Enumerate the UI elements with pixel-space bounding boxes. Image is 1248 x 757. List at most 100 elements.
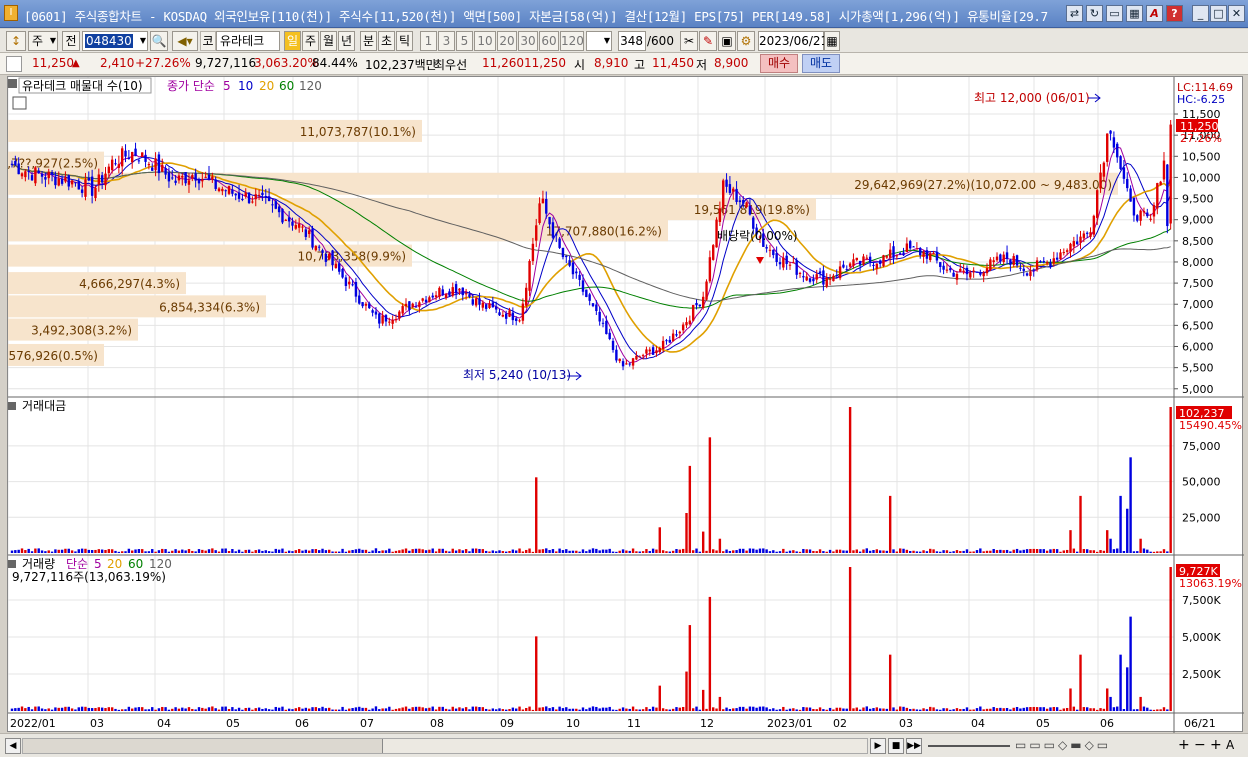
close-button[interactable]: ✕ (1228, 5, 1245, 22)
count-input[interactable]: 348 (618, 31, 646, 51)
volume-bar (301, 708, 304, 711)
prev-button[interactable]: 전 (62, 31, 80, 51)
expand-icon[interactable]: + (1210, 737, 1222, 753)
interval-30[interactable]: 30 (518, 31, 538, 51)
period-tick[interactable]: 틱 (396, 31, 413, 51)
period-month[interactable]: 월 (320, 31, 337, 51)
scroll-track[interactable] (22, 738, 868, 754)
settings-icon[interactable]: ⚙ (737, 31, 755, 51)
scissors-icon[interactable]: ✂ (680, 31, 698, 51)
amount-bar (1015, 548, 1019, 553)
menu-icon[interactable]: ↕ (6, 31, 26, 51)
scroll-thumb[interactable] (23, 739, 383, 753)
amount-bar (685, 513, 688, 553)
volume-bar (224, 706, 227, 711)
grid-icon[interactable]: ▦ (1126, 5, 1143, 22)
interval-5[interactable]: 5 (456, 31, 473, 51)
volume-bar (785, 709, 788, 711)
period-minute[interactable]: 분 (360, 31, 377, 51)
code-input[interactable]: 048430 ▼ (82, 31, 148, 51)
candle-body (945, 269, 949, 271)
maximize-button[interactable]: □ (1210, 5, 1227, 22)
fast-forward-button[interactable]: ▶▶ (906, 738, 922, 754)
volume-bar (461, 708, 464, 711)
amount-bar (474, 548, 478, 553)
stock-name[interactable]: 유라테크 (216, 31, 280, 51)
buy-button[interactable]: 매수 (760, 54, 798, 73)
amount-bar (909, 551, 912, 553)
zoom-out-icon[interactable]: − (1194, 737, 1206, 753)
sell-button[interactable]: 매도 (802, 54, 840, 73)
amount-bar (374, 548, 378, 553)
volume-bar (748, 706, 752, 711)
amount-bar (571, 550, 575, 553)
amount-bar (37, 548, 40, 553)
chart-svg[interactable]: 11,073,787(10.1%) 29,642,969(27.2%)(10,07… (0, 77, 1244, 733)
date-input[interactable]: 2023/06/21 (758, 31, 828, 51)
candle-body (802, 276, 805, 278)
candle-body (458, 288, 461, 291)
period-week[interactable]: 주 (302, 31, 319, 51)
save-icon[interactable]: ▣ (718, 31, 736, 51)
volume-bar (338, 709, 341, 711)
volume-bar (234, 709, 237, 711)
custom-interval[interactable]: ▼ (586, 31, 612, 51)
window-icon[interactable]: ▭ (1106, 5, 1123, 22)
stop-button[interactable]: ■ (888, 738, 904, 754)
search-icon[interactable]: 🔍 (150, 31, 168, 51)
type-select[interactable]: 주 ▼ (28, 31, 58, 51)
candle-body (1072, 241, 1076, 247)
interval-20[interactable]: 20 (497, 31, 517, 51)
font-icon[interactable]: A (1146, 5, 1163, 22)
minimize-button[interactable]: _ (1192, 5, 1209, 22)
zoom-in-icon[interactable]: + (1178, 737, 1190, 753)
interval-3[interactable]: 3 (438, 31, 455, 51)
amount-bar (511, 549, 515, 553)
amount-bar (94, 549, 97, 553)
volume-bar (271, 709, 274, 711)
calendar-icon[interactable]: ▦ (824, 31, 840, 51)
period-day[interactable]: 일 (284, 31, 301, 51)
xaxis-label: 11 (627, 717, 641, 730)
volume-bar (655, 707, 658, 711)
candle-body (191, 175, 194, 179)
drawing-tools-icon[interactable]: ▭▭▭◇▬◇▭ (1015, 738, 1111, 752)
amount-bar (141, 549, 144, 553)
interval-60[interactable]: 60 (539, 31, 559, 51)
amount-bar (484, 550, 488, 553)
candle-body (985, 268, 989, 274)
interval-120[interactable]: 120 (560, 31, 584, 51)
interval-1[interactable]: 1 (420, 31, 437, 51)
candle-body (1142, 211, 1146, 213)
price-tick-label: 8,500 (1182, 235, 1214, 248)
interval-10[interactable]: 10 (474, 31, 496, 51)
period-year[interactable]: 년 (338, 31, 355, 51)
volume-bar (848, 567, 852, 711)
zoom-slider[interactable] (928, 745, 1010, 747)
amount-bar (818, 549, 822, 553)
candle-body (44, 177, 47, 180)
speaker-icon[interactable]: ◀▾ (172, 31, 198, 51)
font-size-icon[interactable]: A (1226, 738, 1234, 752)
amount-bar (307, 550, 311, 553)
link-icon[interactable]: ⇄ (1066, 5, 1083, 22)
volume-bar (661, 708, 665, 711)
volume-bar (1019, 708, 1022, 711)
period-second[interactable]: 초 (378, 31, 395, 51)
amount-bar (508, 550, 511, 553)
amount-bar (565, 549, 568, 553)
scroll-left-button[interactable]: ◀ (5, 738, 21, 754)
volume-bar (141, 707, 144, 711)
candle-body (231, 189, 234, 194)
price-tick-label: 9,000 (1182, 214, 1214, 227)
calculator-icon[interactable] (12, 96, 27, 110)
help-icon[interactable]: ? (1166, 5, 1183, 22)
chart-tool-icon[interactable]: ✎ (699, 31, 717, 51)
amount-bar (808, 549, 812, 553)
amount-bar (1065, 549, 1069, 553)
amount-bar (785, 551, 788, 553)
refresh-icon[interactable]: ↻ (1086, 5, 1103, 22)
volume-bar (211, 706, 214, 711)
play-button[interactable]: ▶ (870, 738, 886, 754)
chart-area[interactable]: 11,073,787(10.1%) 29,642,969(27.2%)(10,07… (0, 76, 1244, 733)
